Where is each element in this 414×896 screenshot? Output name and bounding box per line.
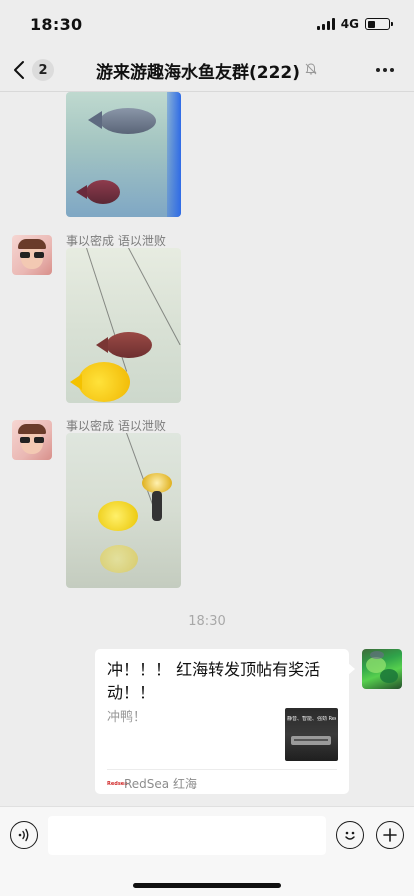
share-card[interactable]: 冲！！！ 红海转发顶帖有奖活动！！ 冲鸭！ 静音、智能、强劲 ReefLED R…	[95, 649, 355, 794]
message-input[interactable]	[48, 816, 326, 855]
card-title: 冲！！！ 红海转发顶帖有奖活动！！	[107, 660, 321, 702]
source-logo: Redsea	[107, 780, 128, 787]
status-bar: 18:30 4G	[0, 0, 414, 48]
avatar[interactable]	[12, 420, 52, 460]
sender-name: 事以密成 语以泄败	[66, 234, 166, 248]
plus-icon	[383, 828, 397, 842]
voice-button[interactable]	[10, 821, 38, 849]
chat-area[interactable]: 事以密成 语以泄败 事以密成 语以泄败 18:30 冲！！！ 红海转发顶帖有奖活…	[0, 92, 414, 806]
more-button[interactable]	[374, 59, 396, 81]
emoji-button[interactable]	[336, 821, 364, 849]
tube-line	[128, 248, 181, 346]
voice-icon	[18, 828, 29, 842]
card-divider	[107, 769, 337, 770]
card-source: Redsea RedSea 红海	[107, 775, 197, 792]
nav-bar: 2 游来游趣海水鱼友群(222)	[0, 48, 414, 92]
input-bar	[0, 806, 414, 896]
message-image-2[interactable]	[66, 248, 181, 403]
device-image	[291, 736, 331, 745]
avatar[interactable]	[12, 235, 52, 275]
battery-level	[367, 20, 375, 28]
message-image-1[interactable]	[66, 92, 181, 217]
tube-line	[126, 433, 155, 509]
battery-icon	[365, 18, 393, 30]
back-button[interactable]: 2	[12, 58, 58, 82]
bell-off-icon	[304, 61, 318, 80]
source-name: RedSea 红海	[124, 777, 197, 791]
network-label: 4G	[340, 17, 359, 31]
sender-name: 事以密成 语以泄败	[66, 419, 166, 433]
signal-icon	[316, 18, 335, 30]
chat-title: 游来游趣海水鱼友群(222)	[95, 62, 301, 83]
my-avatar[interactable]	[362, 649, 402, 689]
plus-button[interactable]	[376, 821, 404, 849]
nav-title-wrap: 游来游趣海水鱼友群(222)	[0, 48, 414, 92]
ellipsis-icon	[376, 68, 380, 72]
status-indicators: 4G	[316, 17, 393, 31]
unread-badge: 2	[32, 59, 54, 81]
status-time: 18:30	[30, 14, 83, 34]
chevron-left-icon	[14, 61, 24, 79]
message-image-3[interactable]	[66, 433, 181, 588]
photo-light	[167, 92, 181, 217]
time-divider: 18:30	[188, 614, 226, 629]
ellipsis-dot	[383, 68, 387, 72]
ellipsis-dot	[390, 68, 394, 72]
emoji-icon	[345, 831, 355, 840]
card-description: 冲鸭！	[107, 710, 147, 725]
card-thumbnail: 静音、智能、强劲 ReefLED	[285, 708, 338, 761]
thumb-text: 静音、智能、强劲 ReefLED	[287, 716, 336, 722]
home-indicator	[133, 883, 281, 888]
equipment-shape	[152, 491, 162, 521]
